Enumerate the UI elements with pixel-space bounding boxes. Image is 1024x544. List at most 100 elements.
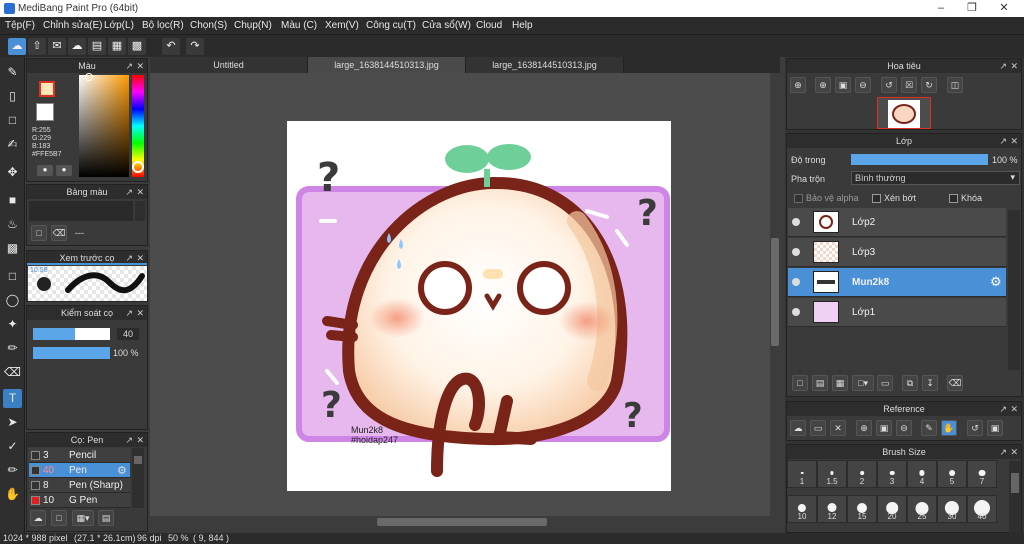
panel-close-icon[interactable]: ✕ (1010, 134, 1018, 148)
open-folder-icon[interactable]: ▭ (810, 420, 826, 436)
brush-size-option[interactable]: 10 (787, 495, 817, 523)
dropper-tool-icon[interactable]: ✓ (3, 437, 22, 456)
comment-icon[interactable]: ✉ (48, 38, 66, 55)
brush-size-option[interactable]: 20 (877, 495, 907, 523)
new-8bit-layer-icon[interactable]: ▦ (832, 375, 848, 391)
panel-popout-icon[interactable]: ↗ (999, 59, 1007, 73)
zoom-out-icon[interactable]: ⊖ (855, 77, 871, 93)
brush-size-value[interactable]: 40 (117, 328, 139, 340)
brush-size-option[interactable]: 1.5 (817, 460, 847, 488)
panel-close-icon[interactable]: ✕ (1010, 59, 1018, 73)
cloud-icon[interactable]: ☁ (790, 420, 806, 436)
color-picker-cursor[interactable] (85, 73, 93, 81)
cloud-save-icon[interactable]: ☁ (68, 38, 86, 55)
move-tool-icon[interactable]: ✥ (3, 163, 22, 182)
layer-row-lop2[interactable]: Lớp2 (788, 208, 1006, 237)
cloud-icon[interactable]: ☁ (8, 38, 26, 55)
brush-cloud-icon[interactable]: ☁ (30, 510, 46, 526)
menu-edit[interactable]: Chỉnh sửa(E) (43, 20, 103, 31)
brush-list-scrollbar[interactable] (132, 448, 144, 508)
canvas-workspace[interactable]: ? ? ? ? Mun2k8 #hoidap247 (150, 73, 780, 528)
duplicate-layer-icon[interactable]: ⧉ (902, 375, 918, 391)
rotate-icon[interactable]: ↺ (967, 420, 983, 436)
panel-popout-icon[interactable]: ↗ (125, 185, 133, 199)
page-list-icon[interactable]: ▦ (108, 38, 126, 55)
tab-large-1[interactable]: large_1638144510313.jpg (308, 57, 466, 73)
expand-icon[interactable]: ▣ (987, 420, 1003, 436)
panel-close-icon[interactable]: ✕ (1010, 402, 1018, 416)
select-rect-icon[interactable]: □ (3, 267, 22, 286)
zoom-out-icon[interactable]: ⊖ (896, 420, 912, 436)
panel-popout-icon[interactable]: ↗ (125, 59, 133, 73)
menu-snap[interactable]: Chụp(N) (234, 20, 272, 31)
zoom-in-icon[interactable]: ⊕ (856, 420, 872, 436)
tab-large-2[interactable]: large_1638144510313.jpg (466, 57, 624, 73)
folder-icon[interactable]: ▭ (877, 375, 893, 391)
color-sub-button[interactable]: ● (56, 165, 72, 176)
pen-tool-icon[interactable]: ✏ (3, 461, 22, 480)
panel-close-icon[interactable]: ✕ (1010, 445, 1018, 459)
canvas-vertical-scrollbar[interactable] (770, 73, 780, 528)
hand-icon[interactable]: ✋ (941, 420, 957, 436)
new-brush-icon[interactable]: □ (51, 510, 67, 526)
palette-scrollbar[interactable] (135, 201, 145, 221)
new-halftone-layer-icon[interactable]: ▤ (812, 375, 828, 391)
redo-icon[interactable]: ↷ (186, 38, 204, 55)
menu-file[interactable]: Tệp(F) (5, 20, 35, 31)
brush-opacity-slider[interactable] (33, 347, 110, 359)
eye-icon[interactable] (792, 308, 800, 316)
rect-fill-icon[interactable]: ■ (3, 191, 22, 210)
zoom-in-icon[interactable]: ⊕ (790, 77, 806, 93)
panel-close-icon[interactable]: ✕ (136, 185, 144, 199)
menu-tools[interactable]: Công cụ(T) (366, 20, 416, 31)
menu-help[interactable]: Help (512, 20, 533, 31)
brush-size-option[interactable]: 12 (817, 495, 847, 523)
foreground-color-swatch[interactable] (39, 81, 55, 97)
panel-popout-icon[interactable]: ↗ (999, 134, 1007, 148)
saturation-value-picker[interactable] (79, 73, 129, 177)
select-pen-icon[interactable]: ✏ (3, 339, 22, 358)
blend-mode-select[interactable]: Bình thường ▾ (851, 171, 1020, 185)
navigator-preview[interactable] (877, 97, 931, 129)
bucket-tool-icon[interactable]: ♨ (3, 215, 22, 234)
grid-icon[interactable]: ▩ (128, 38, 146, 55)
fit-icon[interactable]: ▣ (835, 77, 851, 93)
brush-size-option[interactable]: 2 (847, 460, 877, 488)
layer-row-lop1[interactable]: Lớp1 (788, 298, 1006, 327)
panel-popout-icon[interactable]: ↗ (125, 251, 133, 265)
layer-opacity-slider[interactable] (851, 154, 988, 165)
brush-size-option[interactable]: 3 (877, 460, 907, 488)
eye-icon[interactable] (792, 248, 800, 256)
panel-popout-icon[interactable]: ↗ (125, 433, 133, 447)
panel-popout-icon[interactable]: ↗ (999, 445, 1007, 459)
dropper-icon[interactable]: ✎ (921, 420, 937, 436)
new-palette-icon[interactable]: □ (31, 225, 47, 241)
brush-tool-icon[interactable]: ✎ (3, 63, 22, 82)
menu-layer[interactable]: Lớp(L) (104, 20, 134, 31)
hue-slider-handle[interactable] (132, 161, 144, 173)
brush-size-option[interactable]: 25 (907, 495, 937, 523)
zoom-in-alt-icon[interactable]: ⊕ (815, 77, 831, 93)
trash-icon[interactable]: ⌫ (947, 375, 963, 391)
close-reference-icon[interactable]: ✕ (830, 420, 846, 436)
close-icon[interactable]: ✕ (988, 0, 1020, 17)
layers-scrollbar[interactable] (1008, 210, 1020, 370)
panel-close-icon[interactable]: ✕ (136, 251, 144, 265)
layer-row-lop3[interactable]: Lớp3 (788, 238, 1006, 267)
color-mode-button[interactable]: ● (37, 165, 53, 176)
text-tool-icon[interactable]: T (3, 389, 22, 408)
fit-icon[interactable]: ▣ (876, 420, 892, 436)
menu-select[interactable]: Chọn(S) (190, 20, 227, 31)
menu-color[interactable]: Màu (C) (281, 20, 317, 31)
maximize-icon[interactable]: ❐ (956, 0, 988, 17)
hue-slider[interactable] (132, 75, 144, 177)
menu-view[interactable]: Xem(V) (325, 20, 359, 31)
lasso-tool-icon[interactable]: ◯ (3, 291, 22, 310)
menu-filter[interactable]: Bộ lọc(R) (142, 20, 184, 31)
page-icon[interactable]: ▤ (88, 38, 106, 55)
brush-size-option[interactable]: 15 (847, 495, 877, 523)
menu-window[interactable]: Cửa sổ(W) (422, 20, 471, 31)
panel-close-icon[interactable]: ✕ (136, 59, 144, 73)
select-eraser-icon[interactable]: ⌫ (3, 363, 22, 382)
operation-tool-icon[interactable]: ➤ (3, 413, 22, 432)
